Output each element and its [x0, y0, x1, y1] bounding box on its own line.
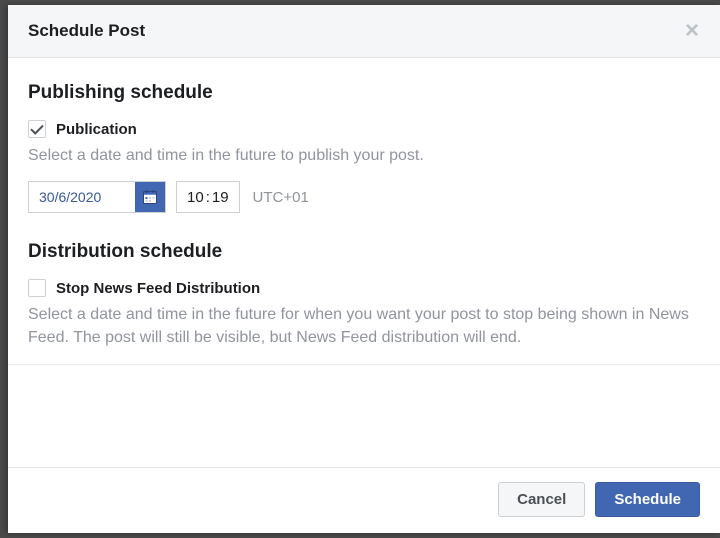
dialog-title: Schedule Post [28, 21, 145, 41]
close-button[interactable]: × [680, 19, 704, 43]
time-separator: : [206, 189, 210, 206]
stop-distribution-checkbox[interactable] [28, 279, 46, 297]
publishing-section: Publishing schedule Publication Select a… [28, 82, 700, 213]
schedule-button[interactable]: Schedule [595, 482, 700, 517]
schedule-post-dialog: Schedule Post × Publishing schedule Publ… [8, 5, 720, 533]
dialog-header: Schedule Post × [8, 5, 720, 58]
dialog-footer: Cancel Schedule [8, 467, 720, 533]
publishing-datetime: 30/6/2020 [28, 181, 700, 213]
publish-time-field[interactable]: 10 : 19 [176, 181, 240, 213]
stop-distribution-row: Stop News Feed Distribution [28, 279, 700, 297]
dialog-body: Publishing schedule Publication Select a… [8, 58, 720, 467]
distribution-heading: Distribution schedule [28, 241, 700, 263]
publish-date-field[interactable]: 30/6/2020 [28, 181, 166, 213]
cancel-button[interactable]: Cancel [498, 482, 585, 517]
publish-minute[interactable]: 19 [212, 189, 229, 206]
divider [8, 364, 720, 365]
publish-date-input[interactable]: 30/6/2020 [29, 182, 135, 212]
publish-hour[interactable]: 10 [187, 189, 204, 206]
publication-checkbox[interactable] [28, 120, 46, 138]
calendar-button[interactable] [135, 182, 165, 212]
stop-distribution-label: Stop News Feed Distribution [56, 280, 260, 297]
publication-label: Publication [56, 121, 137, 138]
timezone-label: UTC+01 [253, 189, 309, 206]
distribution-help: Select a date and time in the future for… [28, 303, 700, 349]
publication-row: Publication [28, 120, 700, 138]
publishing-heading: Publishing schedule [28, 82, 700, 104]
publishing-help: Select a date and time in the future to … [28, 144, 700, 167]
calendar-icon [142, 189, 158, 205]
distribution-section: Distribution schedule Stop News Feed Dis… [28, 241, 700, 349]
close-icon: × [685, 19, 699, 43]
